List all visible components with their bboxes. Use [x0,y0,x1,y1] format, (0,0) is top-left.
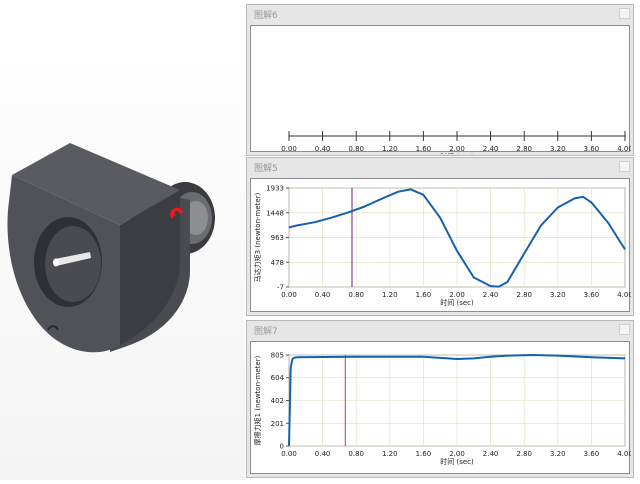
x-tick-label: 0.00 [281,145,297,153]
x-tick-label: 1.20 [382,291,398,299]
x-tick-label: 4.00 [617,291,631,299]
x-tick-label: 3.20 [550,145,566,153]
x-tick-label: 1.60 [416,450,432,458]
y-tick-label: 201 [271,420,284,428]
y-tick-label: -7 [277,284,284,292]
y-tick-label: 478 [271,259,284,267]
x-tick-label: 1.20 [382,450,398,458]
y-axis-title: 马达力矩3 (newton-meter) [253,192,262,282]
plot-area[interactable]: 0.00 0.40 0.80 1.20 1.60 2.00 2.40 2.80 3.20 3.60… [250,341,633,474]
x-tick-label: 2.80 [516,450,532,458]
shaft-end [53,258,59,267]
window-corner-button[interactable] [619,8,630,19]
x-tick-label: 2.40 [483,145,499,153]
x-tick-label: 3.20 [550,291,566,299]
window-corner-button[interactable] [619,161,630,172]
plot-window-7[interactable]: 图解7 0.00 0.40 0.80 1.20 1.60 2.00 2.40 2.80 3.20… [246,320,634,478]
motor-housing-model[interactable] [0,0,245,480]
x-tick-label: 2.00 [449,450,465,458]
x-tick-label: 1.60 [416,291,432,299]
x-tick-label: 0.80 [348,291,364,299]
x-tick-label: 0.40 [315,291,331,299]
x-tick-label: 2.80 [516,291,532,299]
y-tick-label: 402 [271,397,284,405]
x-tick-label: 2.00 [449,145,465,153]
plot-title: 图解5 [254,164,278,174]
x-tick-label: 0.40 [315,450,331,458]
x-tick-label: 3.60 [584,450,600,458]
plot-area[interactable]: 0.00 0.40 0.80 1.20 1.60 2.00 2.40 2.80 3.20 3.60… [250,178,633,312]
plot-window-6[interactable]: 图解6 0.00 0.40 0.80 1.20 1.60 2.00 2.40 2.80 3.20… [246,4,634,161]
y-tick-label: 963 [271,234,284,242]
x-tick-label: 4.00 [617,450,631,458]
plot-window-5[interactable]: 图解5 0.00 0.40 0.80 1.20 1.60 2.00 2.40 2.80 3.20… [246,157,634,316]
results-chart-5: 0.00 0.40 0.80 1.20 1.60 2.00 2.40 2.80 3.20 3.60… [253,185,633,308]
x-tick-label: 0.00 [281,450,297,458]
x-tick-label: 2.80 [516,145,532,153]
x-tick-label: 2.40 [483,291,499,299]
x-tick-label: 3.60 [584,291,600,299]
x-tick-label: 1.60 [416,145,432,153]
x-tick-label: 0.00 [281,291,297,299]
y-tick-label: 0 [280,443,284,451]
x-tick-label: 0.40 [315,145,331,153]
y-tick-label: 805 [271,352,284,360]
x-axis-title: 时间 (sec) [440,152,474,154]
x-tick-label: 1.20 [382,145,398,153]
y-tick-label: 604 [271,374,285,382]
x-axis-title: 时间 (sec) [440,457,474,466]
3d-viewport[interactable] [0,0,245,480]
plot-title: 图解6 [254,11,278,21]
results-chart-7: 0.00 0.40 0.80 1.20 1.60 2.00 2.40 2.80 3.20 3.60… [253,352,633,467]
x-tick-label: 2.00 [449,291,465,299]
x-tick-label: 3.20 [550,450,566,458]
x-tick-label: 2.40 [483,450,499,458]
x-tick-label: 0.80 [348,450,364,458]
y-tick-label: 1448 [266,209,284,217]
window-corner-button[interactable] [619,324,630,335]
x-axis-title: 时间 (sec) [440,298,474,307]
x-tick-label: 3.60 [584,145,600,153]
plot-title: 图解7 [254,327,278,337]
x-tick-label: 4.00 [617,145,631,153]
x-tick-label: 0.80 [348,145,364,153]
plot-area[interactable]: 0.00 0.40 0.80 1.20 1.60 2.00 2.40 2.80 3.20 3.60… [250,25,633,161]
y-tick-label: 1933 [266,185,284,193]
results-chart-6: 0.00 0.40 0.80 1.20 1.60 2.00 2.40 2.80 3.20 3.60… [281,131,633,161]
y-axis-title: 摩擦力矩1 (newton-meter) [253,355,262,445]
